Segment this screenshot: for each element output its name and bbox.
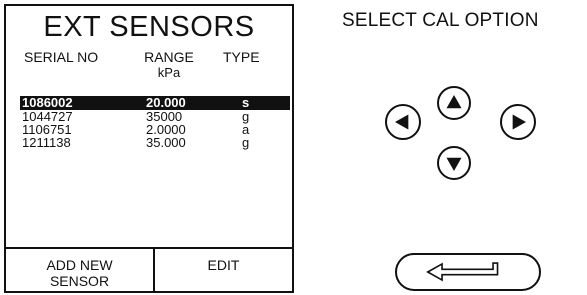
sensor-range: 20.000 xyxy=(146,95,186,110)
sensor-type: s xyxy=(242,95,250,110)
add-new-sensor-button[interactable]: ADD NEW SENSOR xyxy=(6,249,155,291)
soft-key-bar: ADD NEW SENSOR EDIT xyxy=(6,247,292,291)
sensor-row-selected[interactable]: 1086002 20.000 s xyxy=(20,96,290,110)
down-arrow-icon xyxy=(446,157,462,171)
sensor-range: 35.000 xyxy=(146,135,186,150)
right-arrow-icon xyxy=(512,114,526,130)
sensor-type: g xyxy=(242,135,250,150)
down-button[interactable] xyxy=(437,146,471,180)
sensor-list: 1086002 20.000 s 1044727 35000 g 1106751… xyxy=(20,96,290,149)
sensor-row[interactable]: 1211138 35.000 g xyxy=(20,136,290,149)
up-arrow-icon xyxy=(446,95,462,109)
column-header-serial: SERIAL NO xyxy=(24,49,99,65)
right-button[interactable] xyxy=(500,104,536,140)
enter-arrow-icon xyxy=(426,262,499,282)
left-button[interactable] xyxy=(385,104,421,140)
enter-button[interactable] xyxy=(395,253,541,291)
left-arrow-icon xyxy=(395,114,409,130)
column-header-range-unit: kPa xyxy=(157,65,181,80)
edit-button[interactable]: EDIT xyxy=(155,249,292,291)
sensor-serial: 1211138 xyxy=(22,135,71,150)
column-header-range: RANGE kPa xyxy=(139,49,199,81)
screen-title: EXT SENSORS xyxy=(43,11,255,43)
up-button[interactable] xyxy=(437,86,471,120)
sensor-screen: EXT SENSORS SERIAL NO RANGE kPa TYPE 108… xyxy=(4,4,294,293)
add-new-sensor-label-line1: ADD NEW xyxy=(46,257,113,273)
add-new-sensor-label-line2: SENSOR xyxy=(49,273,110,289)
column-header-range-label: RANGE xyxy=(144,49,194,65)
column-header-type: TYPE xyxy=(223,49,260,65)
sensor-serial: 1086002 xyxy=(22,95,73,110)
edit-button-label: EDIT xyxy=(207,257,240,273)
select-cal-option-prompt: SELECT CAL OPTION xyxy=(342,10,539,31)
